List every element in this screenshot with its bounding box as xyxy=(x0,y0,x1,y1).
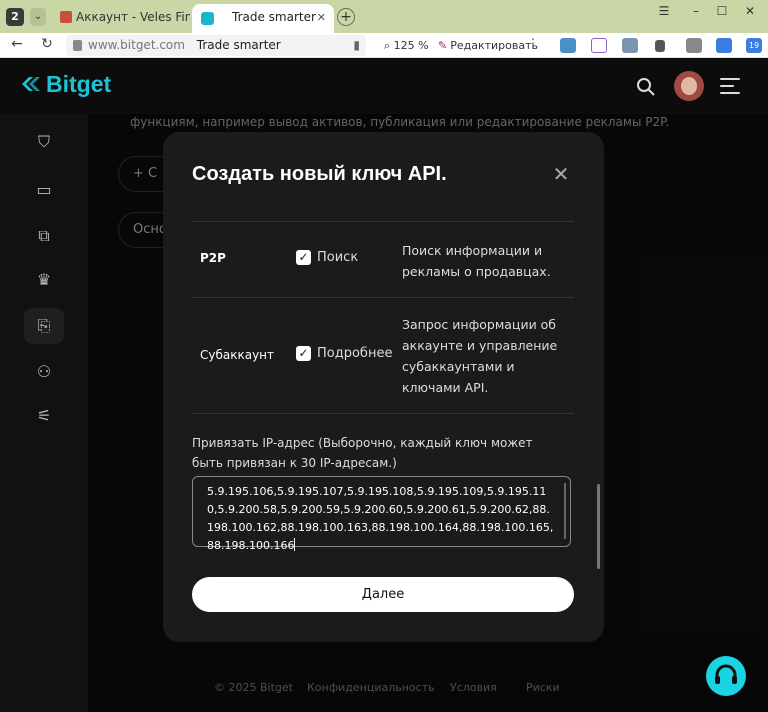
ip-address-input[interactable]: 5.9.195.106,5.9.195.107,5.9.195.108,5.9.… xyxy=(192,476,571,552)
bitget-logo[interactable]: Bitget xyxy=(20,71,111,98)
ip-binding-label: Привязать IP-адрес (Выборочно, каждый кл… xyxy=(192,436,533,470)
checkbox-label: Поиск xyxy=(317,250,359,265)
headset-icon xyxy=(715,664,737,684)
ticket-icon[interactable]: ⧉ xyxy=(24,218,64,254)
close-tab-icon[interactable]: ✕ xyxy=(317,4,326,31)
shield-icon[interactable]: ⛉ xyxy=(24,124,64,160)
modal-title: Создать новый ключ API. xyxy=(192,163,447,185)
extension-icon[interactable] xyxy=(560,38,576,53)
back-icon[interactable]: ← xyxy=(8,36,26,52)
extension-icon[interactable] xyxy=(716,38,732,53)
maximize-icon[interactable]: ☐ xyxy=(712,4,732,18)
lock-icon xyxy=(73,40,82,51)
minimize-icon[interactable]: – xyxy=(686,4,706,18)
avatar-face-icon xyxy=(681,77,697,95)
bookmark-icon[interactable]: ▮ xyxy=(353,35,360,56)
text-caret xyxy=(294,538,296,551)
checkbox-label: Подробнее xyxy=(317,346,393,361)
account-sidebar: ⛉ ▭ ⧉ ♛ ⎘ ⚇ ⚟ xyxy=(0,114,88,712)
veles-favicon-icon xyxy=(60,11,72,23)
zoom-indicator[interactable]: ⌕ 125 % xyxy=(384,39,429,53)
extension-icon[interactable] xyxy=(655,40,665,52)
users-icon[interactable]: ⚇ xyxy=(24,354,64,390)
tab-label: Аккаунт - Veles Finance xyxy=(76,10,190,24)
extension-icon[interactable] xyxy=(622,38,638,53)
api-icon[interactable]: ⎘ xyxy=(24,308,64,344)
permission-category: P2P xyxy=(200,251,226,265)
close-window-icon[interactable]: ✕ xyxy=(740,4,760,18)
permission-category: Субаккаунт xyxy=(200,348,275,362)
divider xyxy=(192,221,574,222)
divider xyxy=(192,297,574,298)
trophy-icon[interactable]: ♛ xyxy=(24,262,64,298)
zoom-icon: ⌕ xyxy=(384,39,391,52)
permission-description: Поиск информации и рекламы о продавцах. xyxy=(402,243,551,279)
tab-count-badge[interactable]: 2 xyxy=(6,8,24,26)
divider xyxy=(192,413,574,414)
url-host: www.bitget.com xyxy=(88,38,185,52)
p2p-search-checkbox[interactable]: ✓ xyxy=(296,250,311,265)
ip-address-value: 5.9.195.106,5.9.195.107,5.9.195.108,5.9.… xyxy=(207,485,554,552)
more-icon[interactable]: ⋮ xyxy=(524,36,542,50)
extension-badge-icon[interactable]: 19 xyxy=(746,38,762,53)
search-icon[interactable] xyxy=(636,77,656,97)
reload-icon[interactable]: ↻ xyxy=(38,36,56,52)
avatar[interactable] xyxy=(674,71,704,101)
tab-veles[interactable]: Аккаунт - Veles Finance xyxy=(54,5,190,29)
edit-button[interactable]: ✎ Редактировать xyxy=(438,39,538,52)
hamburger-menu-icon[interactable] xyxy=(720,78,740,96)
browser-tabbar: 2 ⌄ Аккаунт - Veles Finance Trade smarte… xyxy=(0,0,768,33)
extension-icon[interactable] xyxy=(686,38,702,53)
id-card-icon[interactable]: ▭ xyxy=(24,172,64,208)
permission-description: Запрос информации об аккаунте и управлен… xyxy=(402,317,558,395)
subaccount-details-checkbox[interactable]: ✓ xyxy=(296,346,311,361)
tab-bitget[interactable]: Trade smarter ✕ xyxy=(192,4,334,33)
tab-label: Trade smarter xyxy=(232,10,316,24)
new-tab-button[interactable]: + xyxy=(337,8,355,26)
next-button[interactable]: Далее xyxy=(192,577,574,612)
extension-icon[interactable] xyxy=(591,38,607,53)
bookmarks-icon[interactable]: ☰ xyxy=(654,4,674,18)
settings-sliders-icon[interactable]: ⚟ xyxy=(24,398,64,434)
support-chat-button[interactable] xyxy=(706,656,746,696)
tab-dropdown-button[interactable]: ⌄ xyxy=(30,8,46,26)
pen-icon: ✎ xyxy=(438,39,448,52)
browser-toolbar: ← ↻ www.bitget.com Trade smarter ▮ ⌕ 125… xyxy=(0,33,768,58)
close-icon[interactable]: ✕ xyxy=(551,164,571,184)
textarea-scrollbar[interactable] xyxy=(564,483,566,539)
bitget-logo-icon xyxy=(22,77,40,91)
url-page-title: Trade smarter xyxy=(196,38,281,52)
create-api-key-modal: Создать новый ключ API. ✕ P2P ✓ Поиск По… xyxy=(163,132,604,642)
bitget-favicon-icon xyxy=(201,12,214,25)
modal-scrollbar[interactable] xyxy=(597,484,600,569)
address-bar[interactable]: www.bitget.com Trade smarter ▮ xyxy=(66,35,366,56)
